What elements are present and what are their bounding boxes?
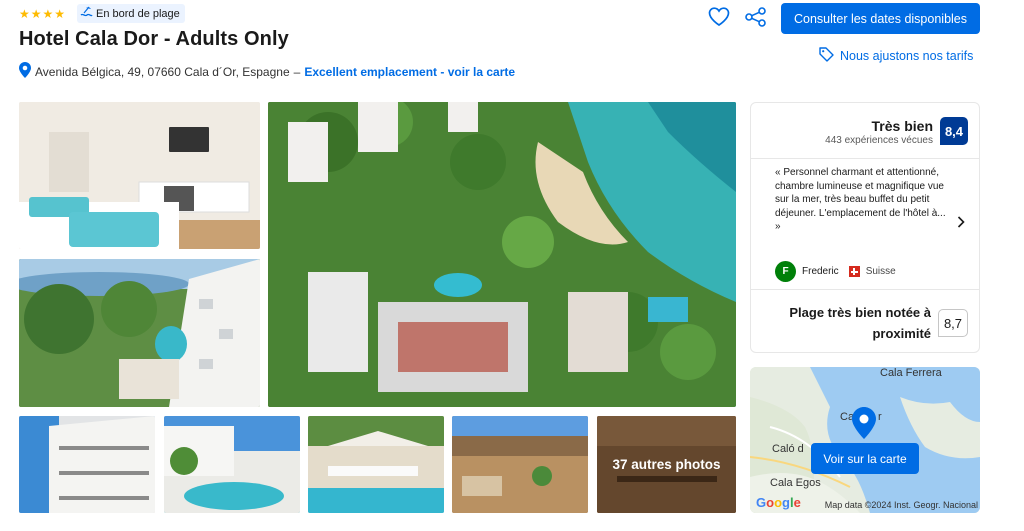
beach-badge: En bord de plage (77, 4, 185, 23)
price-match-link[interactable]: Nous ajustons nos tarifs (819, 47, 973, 65)
review-card: Très bien 443 expériences vécues 8,4 « P… (750, 102, 980, 353)
review-score-summary[interactable]: Très bien 443 expériences vécues (825, 118, 933, 146)
address-row: Avenida Bélgica, 49, 07660 Cala d´Or, Es… (19, 62, 515, 81)
share-icon (745, 6, 767, 32)
save-favorite-button[interactable] (705, 5, 733, 33)
review-count: 443 expériences vécues (825, 135, 933, 146)
star-rating: ★ ★ ★ ★ (19, 7, 65, 21)
avatar: F (775, 261, 796, 282)
divider (751, 158, 979, 159)
star-icon: ★ (42, 7, 54, 21)
star-icon: ★ (19, 7, 30, 21)
star-icon: ★ (30, 7, 42, 21)
google-logo: Google (756, 495, 801, 510)
photo-aerial-view[interactable] (268, 102, 736, 407)
address-text: Avenida Bélgica, 49, 07660 Cala d´Or, Es… (35, 64, 290, 79)
photo-thumbnail-sunbeds[interactable] (308, 416, 444, 513)
map-label-calo: Caló d (772, 443, 804, 455)
photo-garden-pool[interactable] (19, 259, 260, 407)
more-photos-label: 37 autres photos (612, 457, 721, 472)
photo-thumbnail-pool[interactable] (164, 416, 300, 513)
divider (751, 289, 979, 290)
next-review-button[interactable] (957, 215, 965, 231)
location-map-link[interactable]: Excellent emplacement - voir la carte (304, 65, 515, 79)
star-icon: ★ (54, 7, 66, 21)
chevron-right-icon (957, 215, 965, 231)
rating-label: Très bien (871, 118, 933, 134)
price-match-label: Nous ajustons nos tarifs (840, 49, 974, 63)
share-button[interactable] (742, 5, 770, 33)
map-credit: Map data ©2024 Inst. Geogr. Nacional (824, 500, 978, 510)
page-title: Hotel Cala Dor - Adults Only (19, 28, 289, 50)
photo-thumbnail-terrace[interactable] (452, 416, 588, 513)
swiss-flag-icon (848, 266, 860, 277)
heart-icon (708, 6, 730, 32)
view-on-map-button[interactable]: Voir sur la carte (811, 443, 919, 474)
pin-icon (19, 62, 31, 81)
address-separator: – (293, 64, 301, 79)
map-label-cala-egos: Cala Egos (770, 477, 821, 489)
reviewer-country: Suisse (865, 266, 896, 277)
map-preview[interactable]: Cala Ferrera Ca r Caló d Cala Egos Voir … (750, 367, 980, 513)
photo-room[interactable] (19, 102, 260, 249)
map-label-cala-ferrera: Cala Ferrera (880, 367, 942, 379)
review-score-badge: 8,4 (940, 117, 968, 145)
reviewer-info: F Frederic Suisse (775, 261, 896, 282)
check-availability-button[interactable]: Consulter les dates disponibles (781, 3, 980, 34)
beach-badge-label: En bord de plage (96, 7, 180, 20)
photo-thumbnail-restaurant[interactable]: 37 autres photos (597, 416, 736, 513)
tag-icon (819, 47, 834, 65)
review-quote: « Personnel charmant et attentionné, cha… (775, 167, 946, 232)
beach-icon (80, 6, 93, 22)
more-photos-overlay[interactable]: 37 autres photos (597, 416, 736, 513)
map-label-cala-dor-tail: r (878, 411, 882, 423)
beach-rating-label: Plage très bien notée à proximité (789, 305, 931, 341)
photo-thumbnail-balconies[interactable] (19, 416, 155, 513)
beach-score-badge: 8,7 (938, 309, 968, 337)
reviewer-name: Frederic (802, 266, 839, 277)
